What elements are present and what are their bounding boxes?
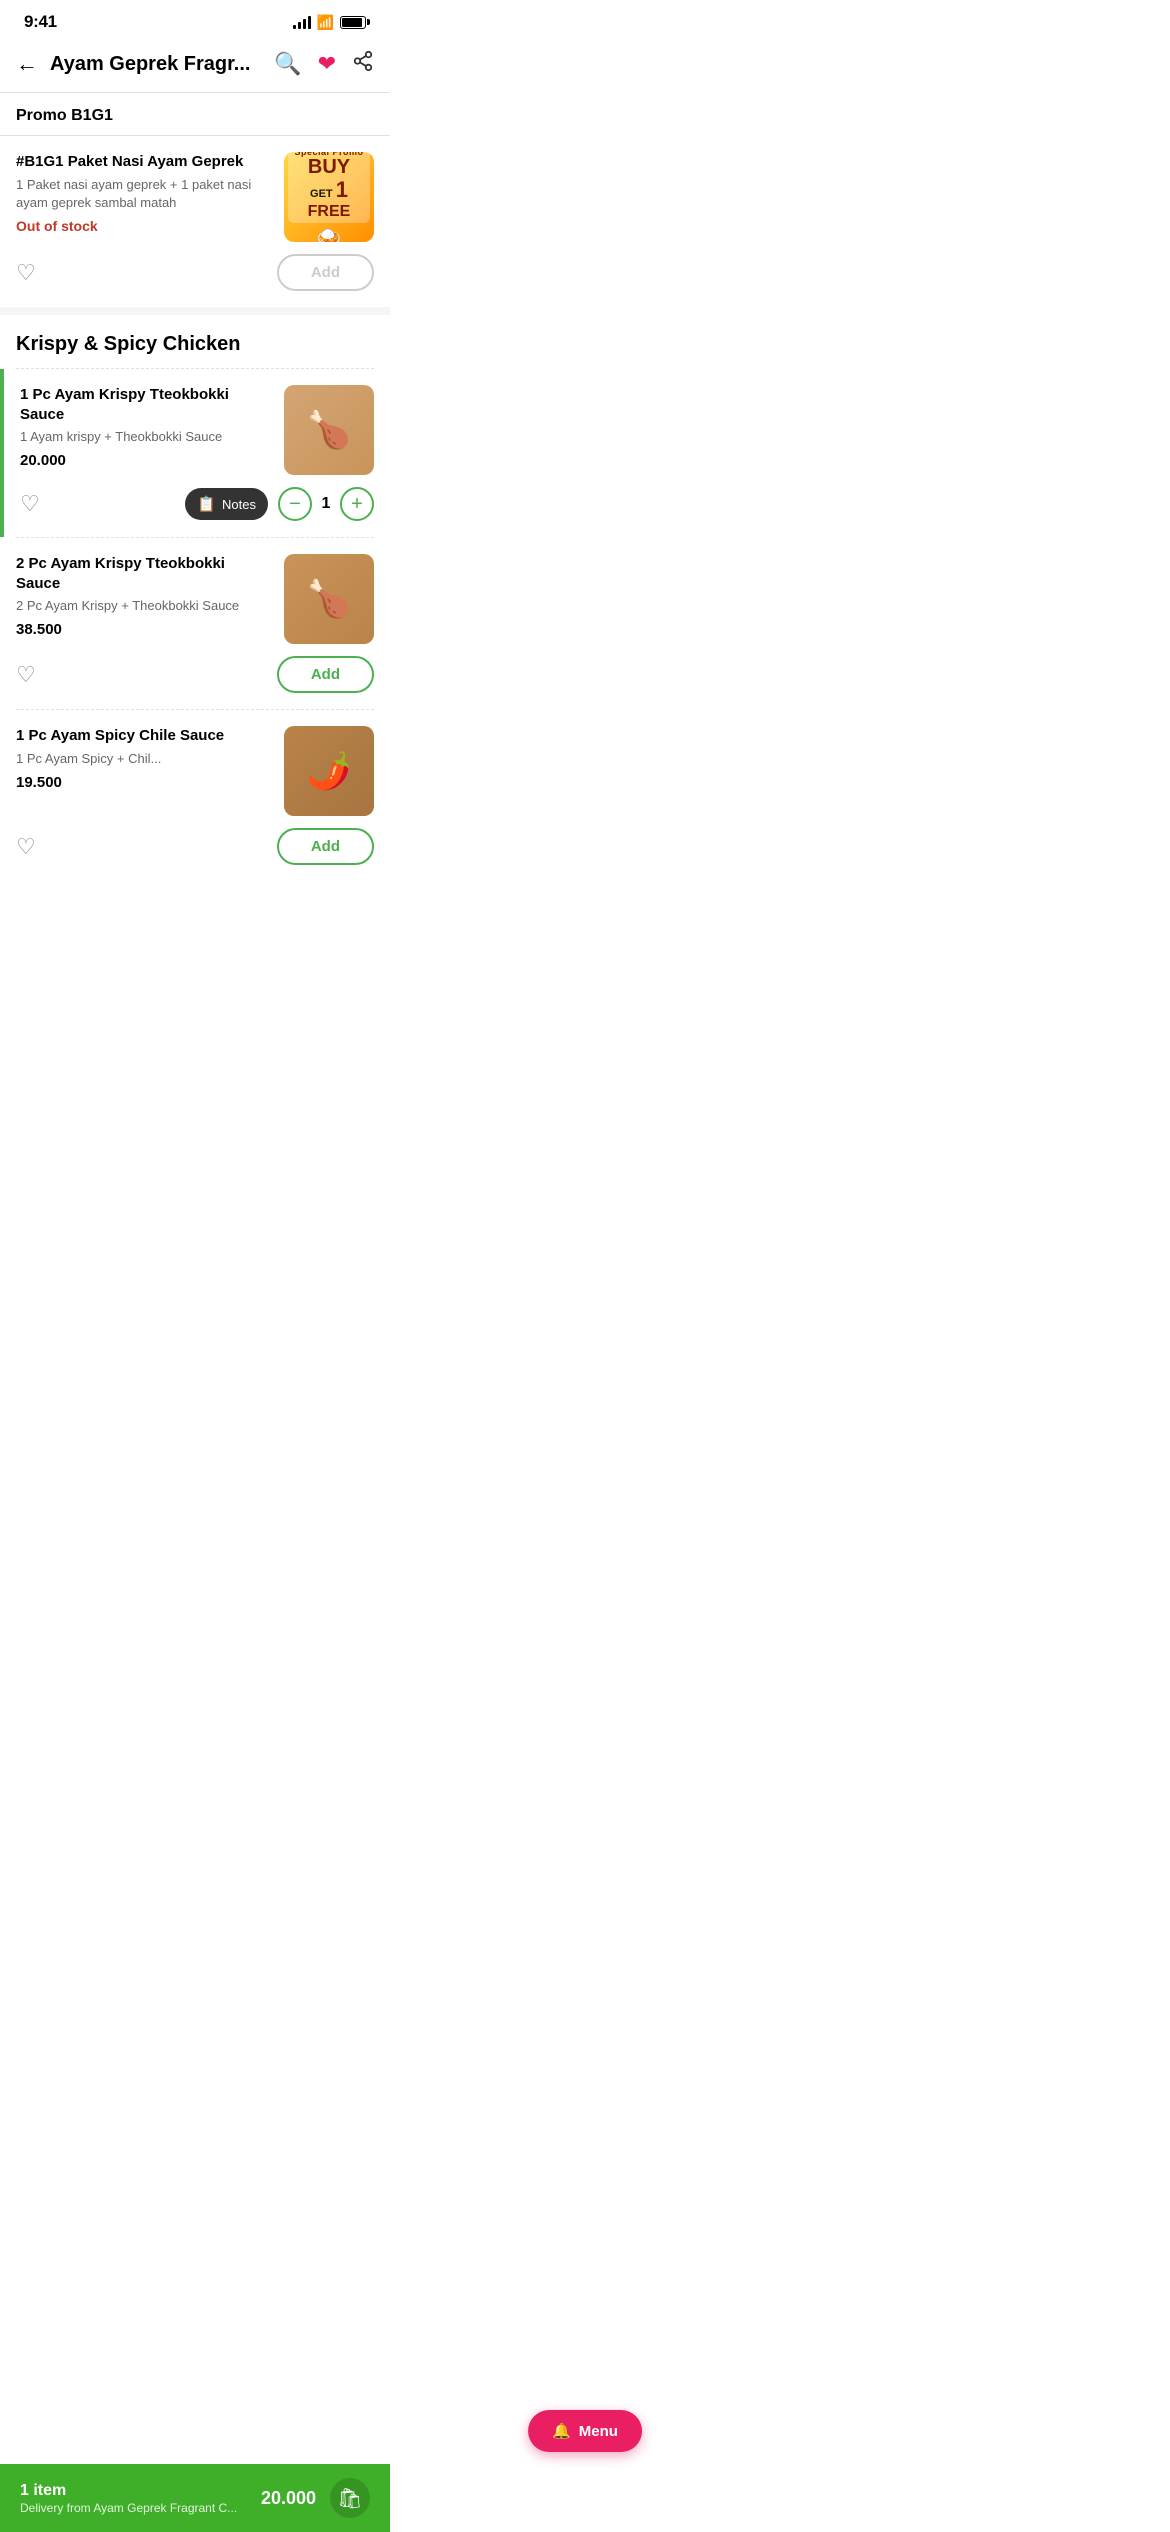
qty-value: 1 — [312, 495, 340, 513]
krispy1-like-button[interactable]: ♡ — [20, 491, 40, 517]
krispy2-add-button[interactable]: Add — [277, 656, 374, 693]
status-icons: 📶 — [293, 14, 366, 31]
signal-icon — [293, 15, 311, 29]
menu-item-krispy1-desc: 1 Ayam krispy + Theokbokki Sauce — [20, 428, 272, 446]
wifi-icon: 📶 — [317, 14, 334, 31]
menu-float-icon: 🔔 — [552, 2422, 571, 2440]
menu-item-spicy-text: 1 Pc Ayam Spicy Chile Sauce 1 Pc Ayam Sp… — [16, 726, 272, 816]
spicy-image: 🌶️ — [284, 726, 374, 816]
back-button[interactable]: ← — [16, 51, 38, 77]
notes-icon: 📋 — [197, 495, 216, 513]
menu-item-krispy1-text: 1 Pc Ayam Krispy Tteokbokki Sauce 1 Ayam… — [20, 385, 272, 475]
notes-label: Notes — [222, 497, 256, 512]
menu-item-krispy1-content: 1 Pc Ayam Krispy Tteokbokki Sauce 1 Ayam… — [20, 385, 374, 475]
page-title: Ayam Geprek Fragr... — [50, 53, 274, 76]
krispy1-actions: ♡ 📋 Notes − 1 + — [20, 487, 374, 521]
bottom-bar-right: 20.000 🛍 — [261, 2478, 370, 2518]
qty-increase-button[interactable]: + — [340, 487, 374, 521]
menu-item-spicy-desc: 1 Pc Ayam Spicy + Chil... — [16, 750, 272, 768]
spicy-actions: ♡ Add — [16, 828, 374, 865]
menu-item-krispy2: 2 Pc Ayam Krispy Tteokbokki Sauce 2 Pc A… — [0, 538, 390, 709]
out-of-stock-label: Out of stock — [16, 218, 272, 234]
menu-item-spicy: 1 Pc Ayam Spicy Chile Sauce 1 Pc Ayam Sp… — [0, 710, 390, 965]
favorite-icon[interactable]: ❤ — [318, 51, 336, 77]
spicy-like-button[interactable]: ♡ — [16, 834, 36, 860]
krispy2-image: 🍗 — [284, 554, 374, 644]
menu-item-krispy1-price: 20.000 — [20, 452, 272, 469]
krispy1-qty-controls: 📋 Notes − 1 + — [185, 487, 374, 521]
menu-item-b1g1-desc: 1 Paket nasi ayam geprek + 1 paket nasi … — [16, 176, 272, 212]
bottom-bar-price: 20.000 — [261, 2488, 316, 2509]
status-bar: 9:41 📶 — [0, 0, 390, 40]
section-divider — [0, 307, 390, 315]
menu-item-spicy-price: 19.500 — [16, 774, 272, 791]
menu-float-label: Menu — [579, 2423, 618, 2440]
krispy1-food-emoji: 🍗 — [307, 409, 352, 451]
bottom-bar[interactable]: 1 item Delivery from Ayam Geprek Fragran… — [0, 2464, 390, 2532]
b1g1-actions: ♡ Add — [16, 254, 374, 291]
menu-item-krispy2-price: 38.500 — [16, 621, 272, 638]
menu-item-b1g1-content: #B1G1 Paket Nasi Ayam Geprek 1 Paket nas… — [16, 152, 374, 242]
menu-item-krispy1: 1 Pc Ayam Krispy Tteokbokki Sauce 1 Ayam… — [0, 369, 390, 537]
search-icon[interactable]: 🔍 — [274, 51, 301, 77]
menu-item-spicy-content: 1 Pc Ayam Spicy Chile Sauce 1 Pc Ayam Sp… — [16, 726, 374, 816]
promo-section-label: Promo B1G1 — [0, 93, 390, 135]
battery-icon — [340, 16, 366, 29]
krispy2-actions: ♡ Add — [16, 656, 374, 693]
cart-button[interactable]: 🛍 — [330, 2478, 370, 2518]
menu-item-krispy1-title: 1 Pc Ayam Krispy Tteokbokki Sauce — [20, 385, 272, 424]
menu-item-spicy-title: 1 Pc Ayam Spicy Chile Sauce — [16, 726, 272, 746]
spicy-food-emoji: 🌶️ — [307, 750, 352, 792]
krispy1-image: 🍗 — [284, 385, 374, 475]
cart-icon: 🛍 — [337, 2486, 362, 2511]
menu-item-krispy2-desc: 2 Pc Ayam Krispy + Theokbokki Sauce — [16, 597, 272, 615]
b1g1-like-button[interactable]: ♡ — [16, 260, 36, 286]
status-time: 9:41 — [24, 12, 57, 32]
menu-float-button[interactable]: 🔔 Menu — [528, 2410, 642, 2452]
notes-button[interactable]: 📋 Notes — [185, 488, 268, 520]
b1g1-add-button[interactable]: Add — [277, 254, 374, 291]
krispy2-like-button[interactable]: ♡ — [16, 662, 36, 688]
share-icon[interactable] — [352, 50, 374, 78]
qty-decrease-button[interactable]: − — [278, 487, 312, 521]
b1g1-promo-image: Special Promo BUY GET 1 FREE 🍛 — [284, 152, 374, 242]
menu-item-krispy2-content: 2 Pc Ayam Krispy Tteokbokki Sauce 2 Pc A… — [16, 554, 374, 644]
krispy-section-header: Krispy & Spicy Chicken — [0, 315, 390, 368]
spicy-add-button[interactable]: Add — [277, 828, 374, 865]
header: ← Ayam Geprek Fragr... 🔍 ❤ — [0, 40, 390, 92]
menu-item-b1g1: #B1G1 Paket Nasi Ayam Geprek 1 Paket nas… — [0, 136, 390, 307]
krispy2-food-emoji: 🍗 — [307, 578, 352, 620]
bottom-bar-subtitle: Delivery from Ayam Geprek Fragrant C... — [20, 2501, 237, 2515]
menu-item-b1g1-title: #B1G1 Paket Nasi Ayam Geprek — [16, 152, 272, 172]
header-actions: 🔍 ❤ — [274, 50, 374, 78]
menu-item-krispy2-text: 2 Pc Ayam Krispy Tteokbokki Sauce 2 Pc A… — [16, 554, 272, 644]
menu-item-b1g1-text: #B1G1 Paket Nasi Ayam Geprek 1 Paket nas… — [16, 152, 272, 242]
menu-item-krispy2-title: 2 Pc Ayam Krispy Tteokbokki Sauce — [16, 554, 272, 593]
bottom-bar-item-count: 1 item — [20, 2482, 237, 2500]
bottom-bar-left: 1 item Delivery from Ayam Geprek Fragran… — [20, 2482, 237, 2515]
